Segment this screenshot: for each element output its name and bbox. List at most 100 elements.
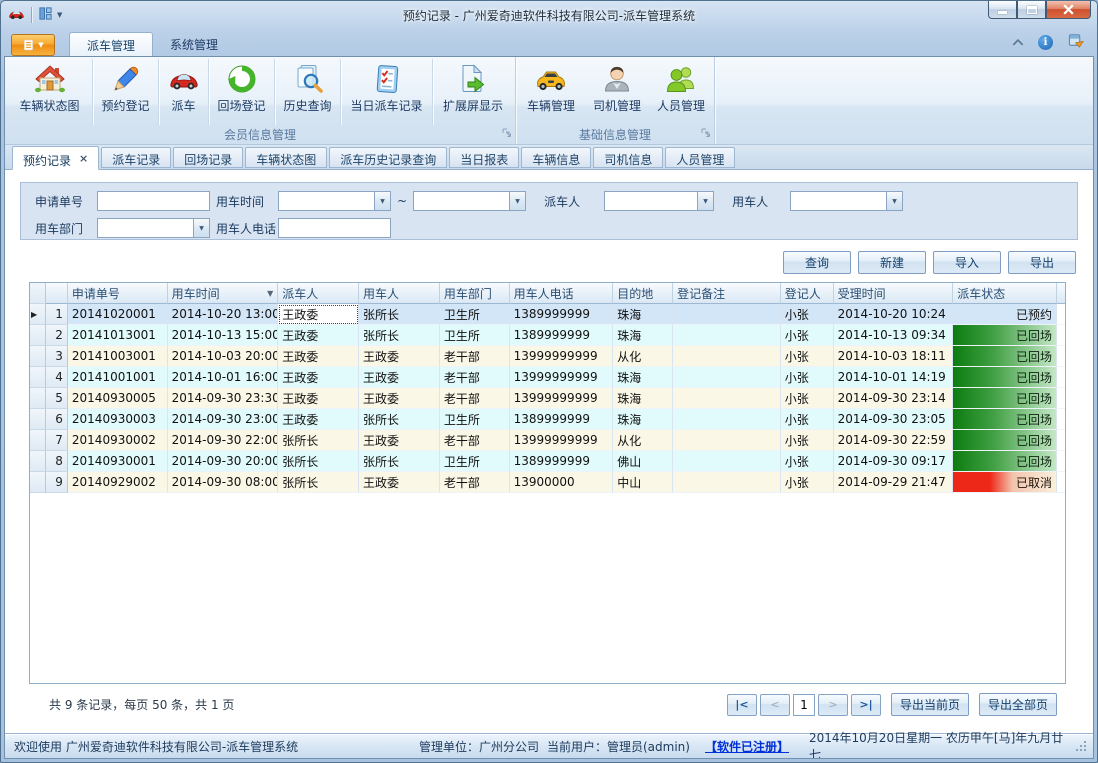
cell-passenger[interactable]: 王政委 bbox=[359, 367, 440, 388]
cell-accept-time[interactable]: 2014-10-13 09:34 bbox=[834, 325, 954, 346]
cell-use-time[interactable]: 2014-09-30 22:00 bbox=[168, 430, 279, 451]
cell-remark[interactable] bbox=[673, 430, 781, 451]
doc-tab-8[interactable]: 司机信息 bbox=[593, 147, 663, 168]
column-header-department[interactable]: 用车部门 bbox=[440, 283, 510, 304]
column-header-remark[interactable]: 登记备注 bbox=[673, 283, 781, 304]
cell-passenger[interactable]: 张所长 bbox=[359, 451, 440, 472]
cell-phone[interactable]: 1389999999 bbox=[510, 451, 614, 472]
column-header-request-no[interactable]: 申请单号 bbox=[68, 283, 168, 304]
cell-accept-time[interactable]: 2014-09-30 23:05 bbox=[834, 409, 954, 430]
table-row[interactable]: 9201409290022014-09-30 08:00张所长王政委老干部139… bbox=[30, 472, 1065, 493]
cell-request-no[interactable]: 20140930001 bbox=[68, 451, 168, 472]
column-header-status[interactable]: 派车状态 bbox=[953, 283, 1057, 304]
cell-request-no[interactable]: 20140929002 bbox=[68, 472, 168, 493]
query-button[interactable]: 查询 bbox=[783, 251, 851, 274]
cell-dispatcher[interactable]: 王政委 bbox=[278, 346, 359, 367]
ribbon-button-reservation-register[interactable]: 预约登记 bbox=[93, 59, 159, 125]
ribbon-button-history-query[interactable]: 历史查询 bbox=[275, 59, 341, 125]
cell-remark[interactable] bbox=[673, 367, 781, 388]
dropdown-arrow-icon[interactable]: ▼ bbox=[697, 192, 713, 210]
cell-destination[interactable]: 珠海 bbox=[613, 325, 673, 346]
close-tab-icon[interactable]: × bbox=[79, 152, 88, 169]
table-row[interactable]: 6201409300032014-09-30 23:00王政委张所长卫生所138… bbox=[30, 409, 1065, 430]
page-number-input[interactable] bbox=[793, 694, 815, 716]
cell-remark[interactable] bbox=[673, 451, 781, 472]
cell-use-time[interactable]: 2014-10-13 15:00 bbox=[168, 325, 279, 346]
dropdown-arrow-icon[interactable]: ▼ bbox=[509, 192, 525, 210]
dispatcher-value[interactable] bbox=[605, 192, 697, 210]
info-icon[interactable]: i bbox=[1038, 35, 1053, 50]
table-row[interactable]: 3201410030012014-10-03 20:00王政委王政委老干部139… bbox=[30, 346, 1065, 367]
cell-accept-time[interactable]: 2014-09-30 09:17 bbox=[834, 451, 954, 472]
cell-passenger[interactable]: 王政委 bbox=[359, 346, 440, 367]
next-page-button[interactable]: > bbox=[818, 694, 848, 716]
column-header-accept-time[interactable]: 受理时间 bbox=[834, 283, 954, 304]
column-header-destination[interactable]: 目的地 bbox=[613, 283, 673, 304]
cell-registrar[interactable]: 小张 bbox=[781, 409, 834, 430]
cell-request-no[interactable]: 20141020001 bbox=[68, 304, 168, 325]
use-time-from-value[interactable] bbox=[279, 192, 374, 210]
qat-dropdown-icon[interactable]: ▼ bbox=[57, 11, 62, 19]
cell-department[interactable]: 老干部 bbox=[440, 346, 510, 367]
import-button[interactable]: 导入 bbox=[933, 251, 1001, 274]
cell-dispatcher[interactable]: 王政委 bbox=[278, 304, 359, 325]
cell-registrar[interactable]: 小张 bbox=[781, 304, 834, 325]
passenger-combo[interactable]: ▼ bbox=[790, 191, 903, 211]
cell-status[interactable]: 已回场 bbox=[953, 367, 1057, 388]
use-time-to-value[interactable] bbox=[414, 192, 509, 210]
cell-accept-time[interactable]: 2014-09-30 23:14 bbox=[834, 388, 954, 409]
cell-phone[interactable]: 1389999999 bbox=[510, 409, 614, 430]
export-all-pages-button[interactable]: 导出全部页 bbox=[979, 693, 1057, 716]
prev-page-button[interactable]: < bbox=[760, 694, 790, 716]
export-current-page-button[interactable]: 导出当前页 bbox=[891, 693, 969, 716]
table-row[interactable]: 2201410130012014-10-13 15:00王政委张所长卫生所138… bbox=[30, 325, 1065, 346]
table-row[interactable]: 7201409300022014-09-30 22:00张所长王政委老干部139… bbox=[30, 430, 1065, 451]
department-value[interactable] bbox=[98, 219, 193, 237]
phone-input[interactable] bbox=[278, 218, 391, 238]
cell-registrar[interactable]: 小张 bbox=[781, 367, 834, 388]
ribbon-tab-dispatch[interactable]: 派车管理 bbox=[69, 32, 153, 56]
cell-status[interactable]: 已回场 bbox=[953, 388, 1057, 409]
cell-destination[interactable]: 珠海 bbox=[613, 367, 673, 388]
group-dialog-launcher-icon[interactable] bbox=[701, 127, 711, 141]
table-row[interactable]: 5201409300052014-09-30 23:30王政委王政委老干部139… bbox=[30, 388, 1065, 409]
close-button[interactable] bbox=[1046, 0, 1091, 19]
cell-use-time[interactable]: 2014-10-01 16:00 bbox=[168, 367, 279, 388]
request-no-input[interactable] bbox=[97, 191, 210, 211]
cell-department[interactable]: 老干部 bbox=[440, 430, 510, 451]
table-row[interactable]: 8201409300012014-09-30 20:00张所长张所长卫生所138… bbox=[30, 451, 1065, 472]
cell-dispatcher[interactable]: 张所长 bbox=[278, 430, 359, 451]
cell-destination[interactable]: 珠海 bbox=[613, 304, 673, 325]
export-button[interactable]: 导出 bbox=[1008, 251, 1076, 274]
cell-registrar[interactable]: 小张 bbox=[781, 451, 834, 472]
cell-request-no[interactable]: 20141013001 bbox=[68, 325, 168, 346]
cell-destination[interactable]: 中山 bbox=[613, 472, 673, 493]
ribbon-tab-system[interactable]: 系统管理 bbox=[153, 32, 235, 56]
cell-registrar[interactable]: 小张 bbox=[781, 325, 834, 346]
dropdown-arrow-icon[interactable]: ▼ bbox=[886, 192, 902, 210]
new-button[interactable]: 新建 bbox=[858, 251, 926, 274]
cell-registrar[interactable]: 小张 bbox=[781, 472, 834, 493]
ribbon-button-personnel-management[interactable]: 人员管理 bbox=[650, 59, 712, 125]
cell-department[interactable]: 卫生所 bbox=[440, 325, 510, 346]
cell-status[interactable]: 已回场 bbox=[953, 451, 1057, 472]
cell-remark[interactable] bbox=[673, 304, 781, 325]
cell-passenger[interactable]: 张所长 bbox=[359, 325, 440, 346]
cell-registrar[interactable]: 小张 bbox=[781, 346, 834, 367]
cell-phone[interactable]: 13999999999 bbox=[510, 388, 614, 409]
minimize-button[interactable] bbox=[988, 0, 1017, 19]
doc-tab-6[interactable]: 当日报表 bbox=[449, 147, 519, 168]
dispatcher-combo[interactable]: ▼ bbox=[604, 191, 714, 211]
cell-status[interactable]: 已回场 bbox=[953, 409, 1057, 430]
first-page-button[interactable]: |< bbox=[727, 694, 757, 716]
doc-tab-5[interactable]: 派车历史记录查询 bbox=[329, 147, 447, 168]
cell-use-time[interactable]: 2014-09-30 23:00 bbox=[168, 409, 279, 430]
cell-dispatcher[interactable]: 王政委 bbox=[278, 388, 359, 409]
cell-phone[interactable]: 1389999999 bbox=[510, 304, 614, 325]
cell-destination[interactable]: 从化 bbox=[613, 430, 673, 451]
doc-tab-2[interactable]: 派车记录 bbox=[101, 147, 171, 168]
cell-accept-time[interactable]: 2014-10-01 14:19 bbox=[834, 367, 954, 388]
cell-status[interactable]: 已回场 bbox=[953, 346, 1057, 367]
cell-phone[interactable]: 13900000 bbox=[510, 472, 614, 493]
cell-phone[interactable]: 13999999999 bbox=[510, 346, 614, 367]
